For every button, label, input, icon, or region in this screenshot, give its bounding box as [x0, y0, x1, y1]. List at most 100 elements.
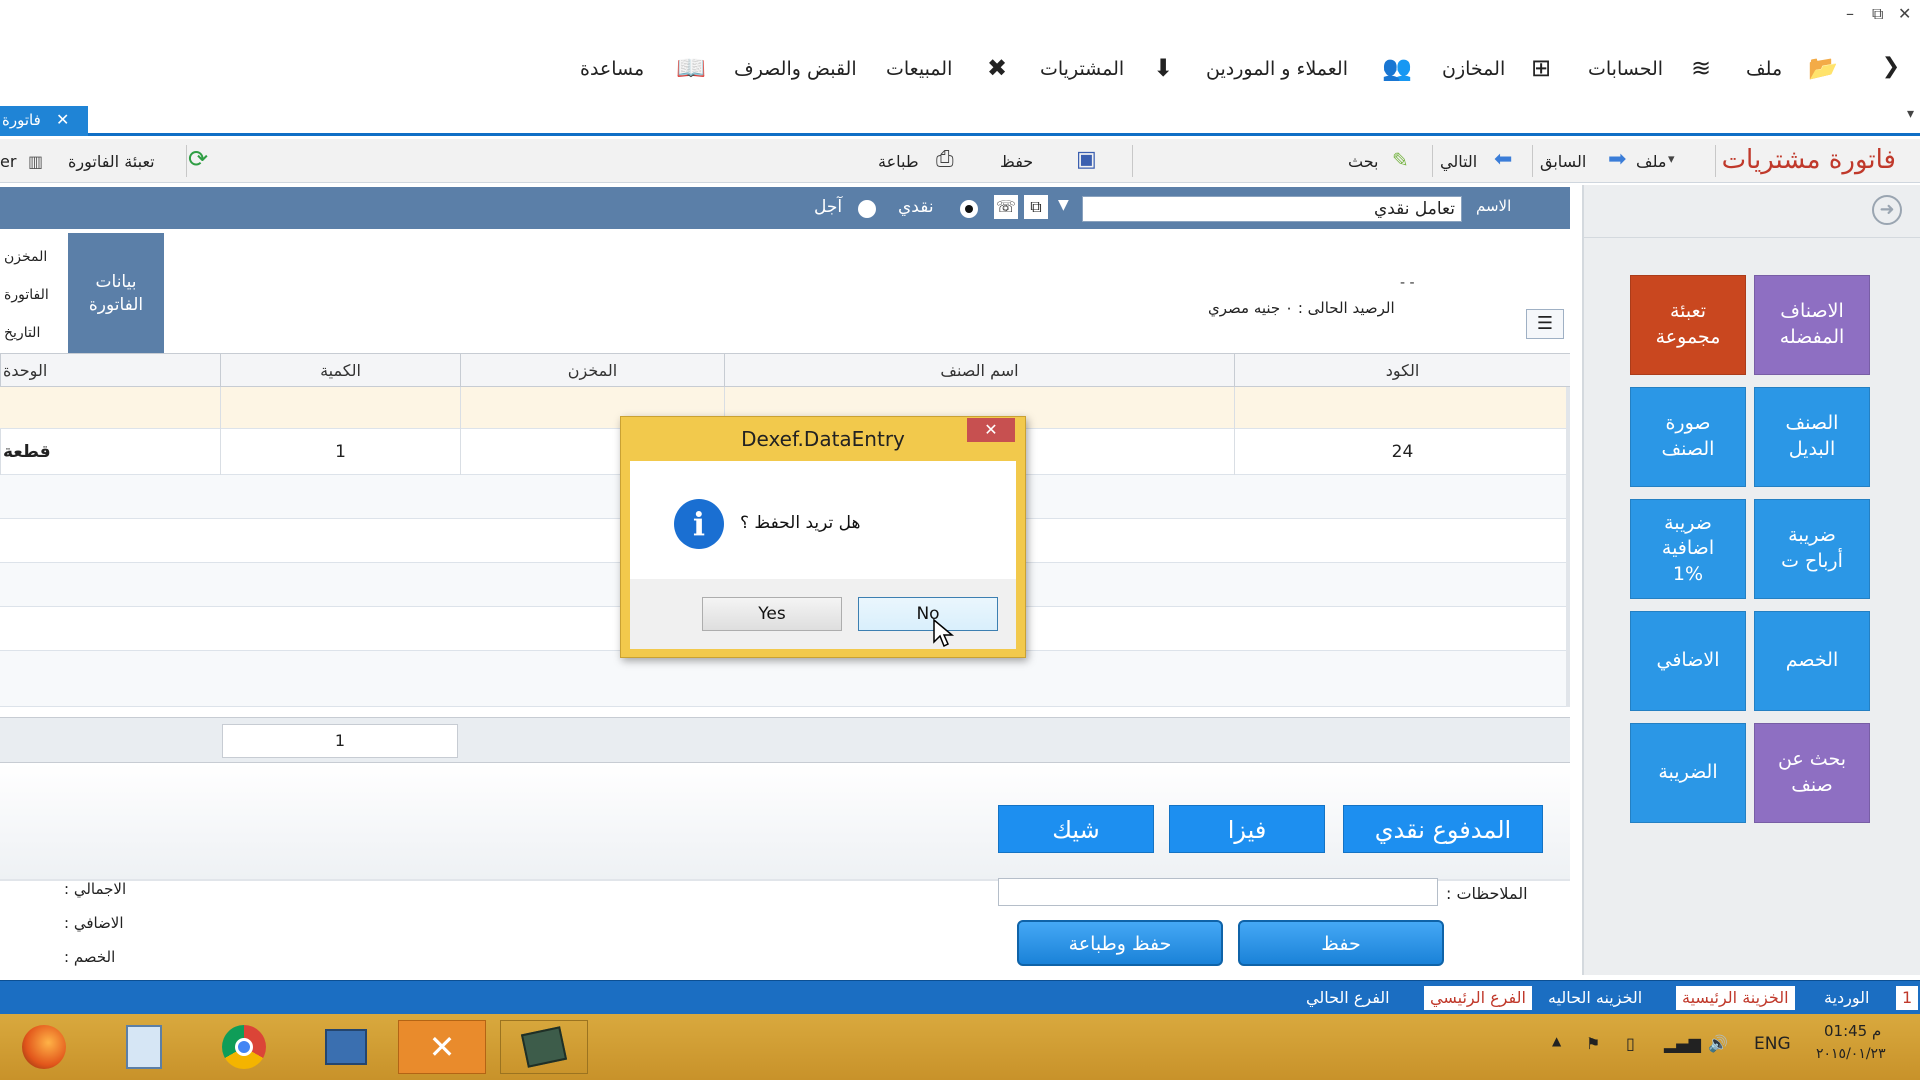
chevron-down-icon[interactable]: ❯ — [1876, 54, 1906, 84]
info-icon: i — [674, 499, 724, 549]
refresh-icon[interactable]: ⟳ — [188, 145, 208, 173]
printer-icon[interactable]: ⎙ — [936, 147, 954, 172]
save-icon[interactable]: ▣ — [1076, 147, 1097, 172]
yes-button[interactable]: Yes — [702, 597, 842, 631]
credit-radio[interactable] — [858, 200, 876, 218]
name-label: الاسم — [1476, 197, 1512, 215]
firefox-icon[interactable] — [0, 1020, 88, 1074]
flag-icon[interactable]: ⚑ — [1586, 1034, 1600, 1053]
check-button[interactable]: شيك — [998, 805, 1154, 853]
tray-expand-icon[interactable]: ▲ — [1552, 1034, 1561, 1048]
search-item-tile[interactable]: بحث عن صنف — [1754, 723, 1870, 823]
volume-icon[interactable]: 🔊 — [1708, 1034, 1728, 1053]
status-current-treasury-label: الخزينه الحاليه — [1548, 988, 1643, 1007]
minimize-button[interactable]: – — [1846, 4, 1854, 23]
clock-date[interactable]: ٢٠١٥/٠١/٢٣ — [1816, 1046, 1886, 1062]
recorder-app-icon[interactable] — [500, 1020, 588, 1074]
no-button[interactable]: No — [858, 597, 998, 631]
next-button[interactable]: التالي — [1440, 152, 1477, 171]
side-label-store: المخزن — [4, 249, 48, 265]
contact-icon[interactable]: ☏ — [994, 195, 1018, 219]
dialog-button-bar: Yes No — [630, 579, 1016, 649]
grid-scrollbar[interactable] — [1566, 387, 1570, 707]
chevron-down-icon[interactable]: ▾ — [1668, 152, 1675, 167]
cell-code[interactable]: 24 — [1234, 429, 1570, 475]
menu-sales[interactable]: المبيعات — [886, 58, 952, 80]
download-icon: ⬇ — [1152, 54, 1174, 82]
invoice-side-labels: المخزن الفاتورة التاريخ — [0, 233, 62, 355]
dexef-app-icon[interactable]: ✕ — [398, 1020, 486, 1074]
search-button[interactable]: بحث — [1348, 152, 1379, 171]
copy-icon[interactable]: ⧉ — [1024, 195, 1048, 219]
status-shift-label: الوردية — [1824, 988, 1870, 1007]
visa-button[interactable]: فيزا — [1169, 805, 1325, 853]
notes-label: الملاحظات : — [1446, 884, 1528, 903]
arrow-left-icon[interactable]: ⬅ — [1494, 147, 1512, 172]
toolbar-divider — [186, 145, 187, 177]
menu-receipts-payments[interactable]: القبض والصرف — [734, 58, 857, 80]
menu-warehouses[interactable]: المخازن — [1442, 58, 1505, 80]
warehouse-icon: ⊞ — [1530, 54, 1552, 82]
prev-button[interactable]: السابق — [1540, 152, 1586, 171]
current-balance: الرصيد الحالى : ٠ جنيه مصري — [1208, 299, 1395, 317]
profit-tax-tile[interactable]: ضريبة أرباح ت — [1754, 499, 1870, 599]
favorite-items-tile[interactable]: الاصناف المفضله — [1754, 275, 1870, 375]
print-button[interactable]: طباعة — [878, 152, 919, 171]
column-header-quantity[interactable]: الكمية — [220, 354, 460, 388]
extra-tile[interactable]: الاضافي — [1630, 611, 1746, 711]
side-label-invoice: الفاتورة — [4, 287, 49, 303]
item-image-tile[interactable]: صورة الصنف — [1630, 387, 1746, 487]
signal-icon[interactable]: ▂▄▆ — [1664, 1034, 1701, 1053]
save-print-button[interactable]: حفظ وطباعة — [1017, 920, 1223, 966]
quick-actions-panel: ➜ الاصناف المفضله تعبئة مجموعة الصنف البدي… — [1582, 185, 1920, 975]
invoice-data-tab[interactable]: بيانات الفاتورة — [68, 233, 164, 355]
extra-tax-tile[interactable]: ضريبة اضافية 1% — [1630, 499, 1746, 599]
column-header-store[interactable]: المخزن — [460, 354, 724, 388]
menu-file[interactable]: ملف — [1746, 58, 1782, 80]
arrow-right-icon[interactable]: ➡ — [1608, 147, 1626, 172]
cash-paid-button[interactable]: المدفوع نقدي — [1343, 805, 1543, 853]
alternative-item-tile[interactable]: الصنف البديل — [1754, 387, 1870, 487]
tab-purchase-invoice[interactable]: فاتورة ✕ — [0, 106, 88, 136]
collapse-arrow-icon[interactable]: ➜ — [1872, 195, 1902, 225]
chevron-down-icon[interactable]: ▼ — [1058, 197, 1069, 213]
tab-overflow-icon[interactable]: ▾ — [1907, 106, 1914, 122]
menu-accounts[interactable]: الحسابات — [1588, 58, 1663, 80]
language-indicator[interactable]: ENG — [1754, 1034, 1791, 1054]
notes-field[interactable] — [998, 878, 1438, 906]
total-label: الاجمالي : — [64, 880, 127, 898]
fill-invoice-button[interactable]: تعبئة الفاتورة — [68, 152, 155, 171]
cash-radio[interactable] — [960, 200, 978, 218]
cell-quantity[interactable]: 1 — [220, 429, 460, 475]
discount-tile[interactable]: الخصم — [1754, 611, 1870, 711]
clock-time[interactable]: 01:45 م — [1824, 1022, 1881, 1040]
menu-help[interactable]: مساعدة — [580, 58, 644, 80]
menu-purchases[interactable]: المشتريات — [1040, 58, 1124, 80]
toolbar-file[interactable]: ملف — [1636, 152, 1666, 171]
restore-button[interactable]: ⧉ — [1872, 4, 1883, 24]
menu-lines-icon[interactable]: ☰ — [1526, 309, 1564, 339]
tax-tile[interactable]: الضريبة — [1630, 723, 1746, 823]
close-window-button[interactable]: ✕ — [1898, 4, 1911, 23]
mouse-cursor-icon — [932, 618, 956, 648]
people-icon: 👥 — [1382, 54, 1412, 82]
network-computer-icon[interactable] — [302, 1020, 390, 1074]
battery-icon[interactable]: ▯ — [1626, 1034, 1635, 1053]
column-header-unit[interactable]: الوحدة — [0, 354, 220, 388]
party-bar: الاسم تعامل نقدي ▼ ⧉ ☏ نقدي آجل — [0, 187, 1570, 229]
search-pen-icon[interactable]: ✎ — [1392, 148, 1409, 172]
save-toolbar-button[interactable]: حفظ — [1000, 152, 1033, 171]
menu-customers-suppliers[interactable]: العملاء و الموردين — [1206, 58, 1348, 80]
calculator-icon[interactable] — [100, 1020, 188, 1074]
fill-group-tile[interactable]: تعبئة مجموعة — [1630, 275, 1746, 375]
party-name-field[interactable]: تعامل نقدي — [1082, 196, 1462, 222]
close-icon[interactable]: ✕ — [56, 110, 69, 129]
cell-unit[interactable]: قطعة — [0, 429, 220, 475]
save-button[interactable]: حفظ — [1238, 920, 1444, 966]
column-header-item-name[interactable]: اسم الصنف — [724, 354, 1234, 388]
chrome-icon[interactable] — [200, 1020, 288, 1074]
column-header-code[interactable]: الكود — [1234, 354, 1570, 388]
invoice-toolbar: فاتورة مشتريات ▾ ملف ➡ السابق ⬅ التالي ✎… — [0, 139, 1920, 183]
book-icon: 📖 — [676, 54, 706, 82]
dialog-close-button[interactable]: ✕ — [967, 418, 1015, 442]
